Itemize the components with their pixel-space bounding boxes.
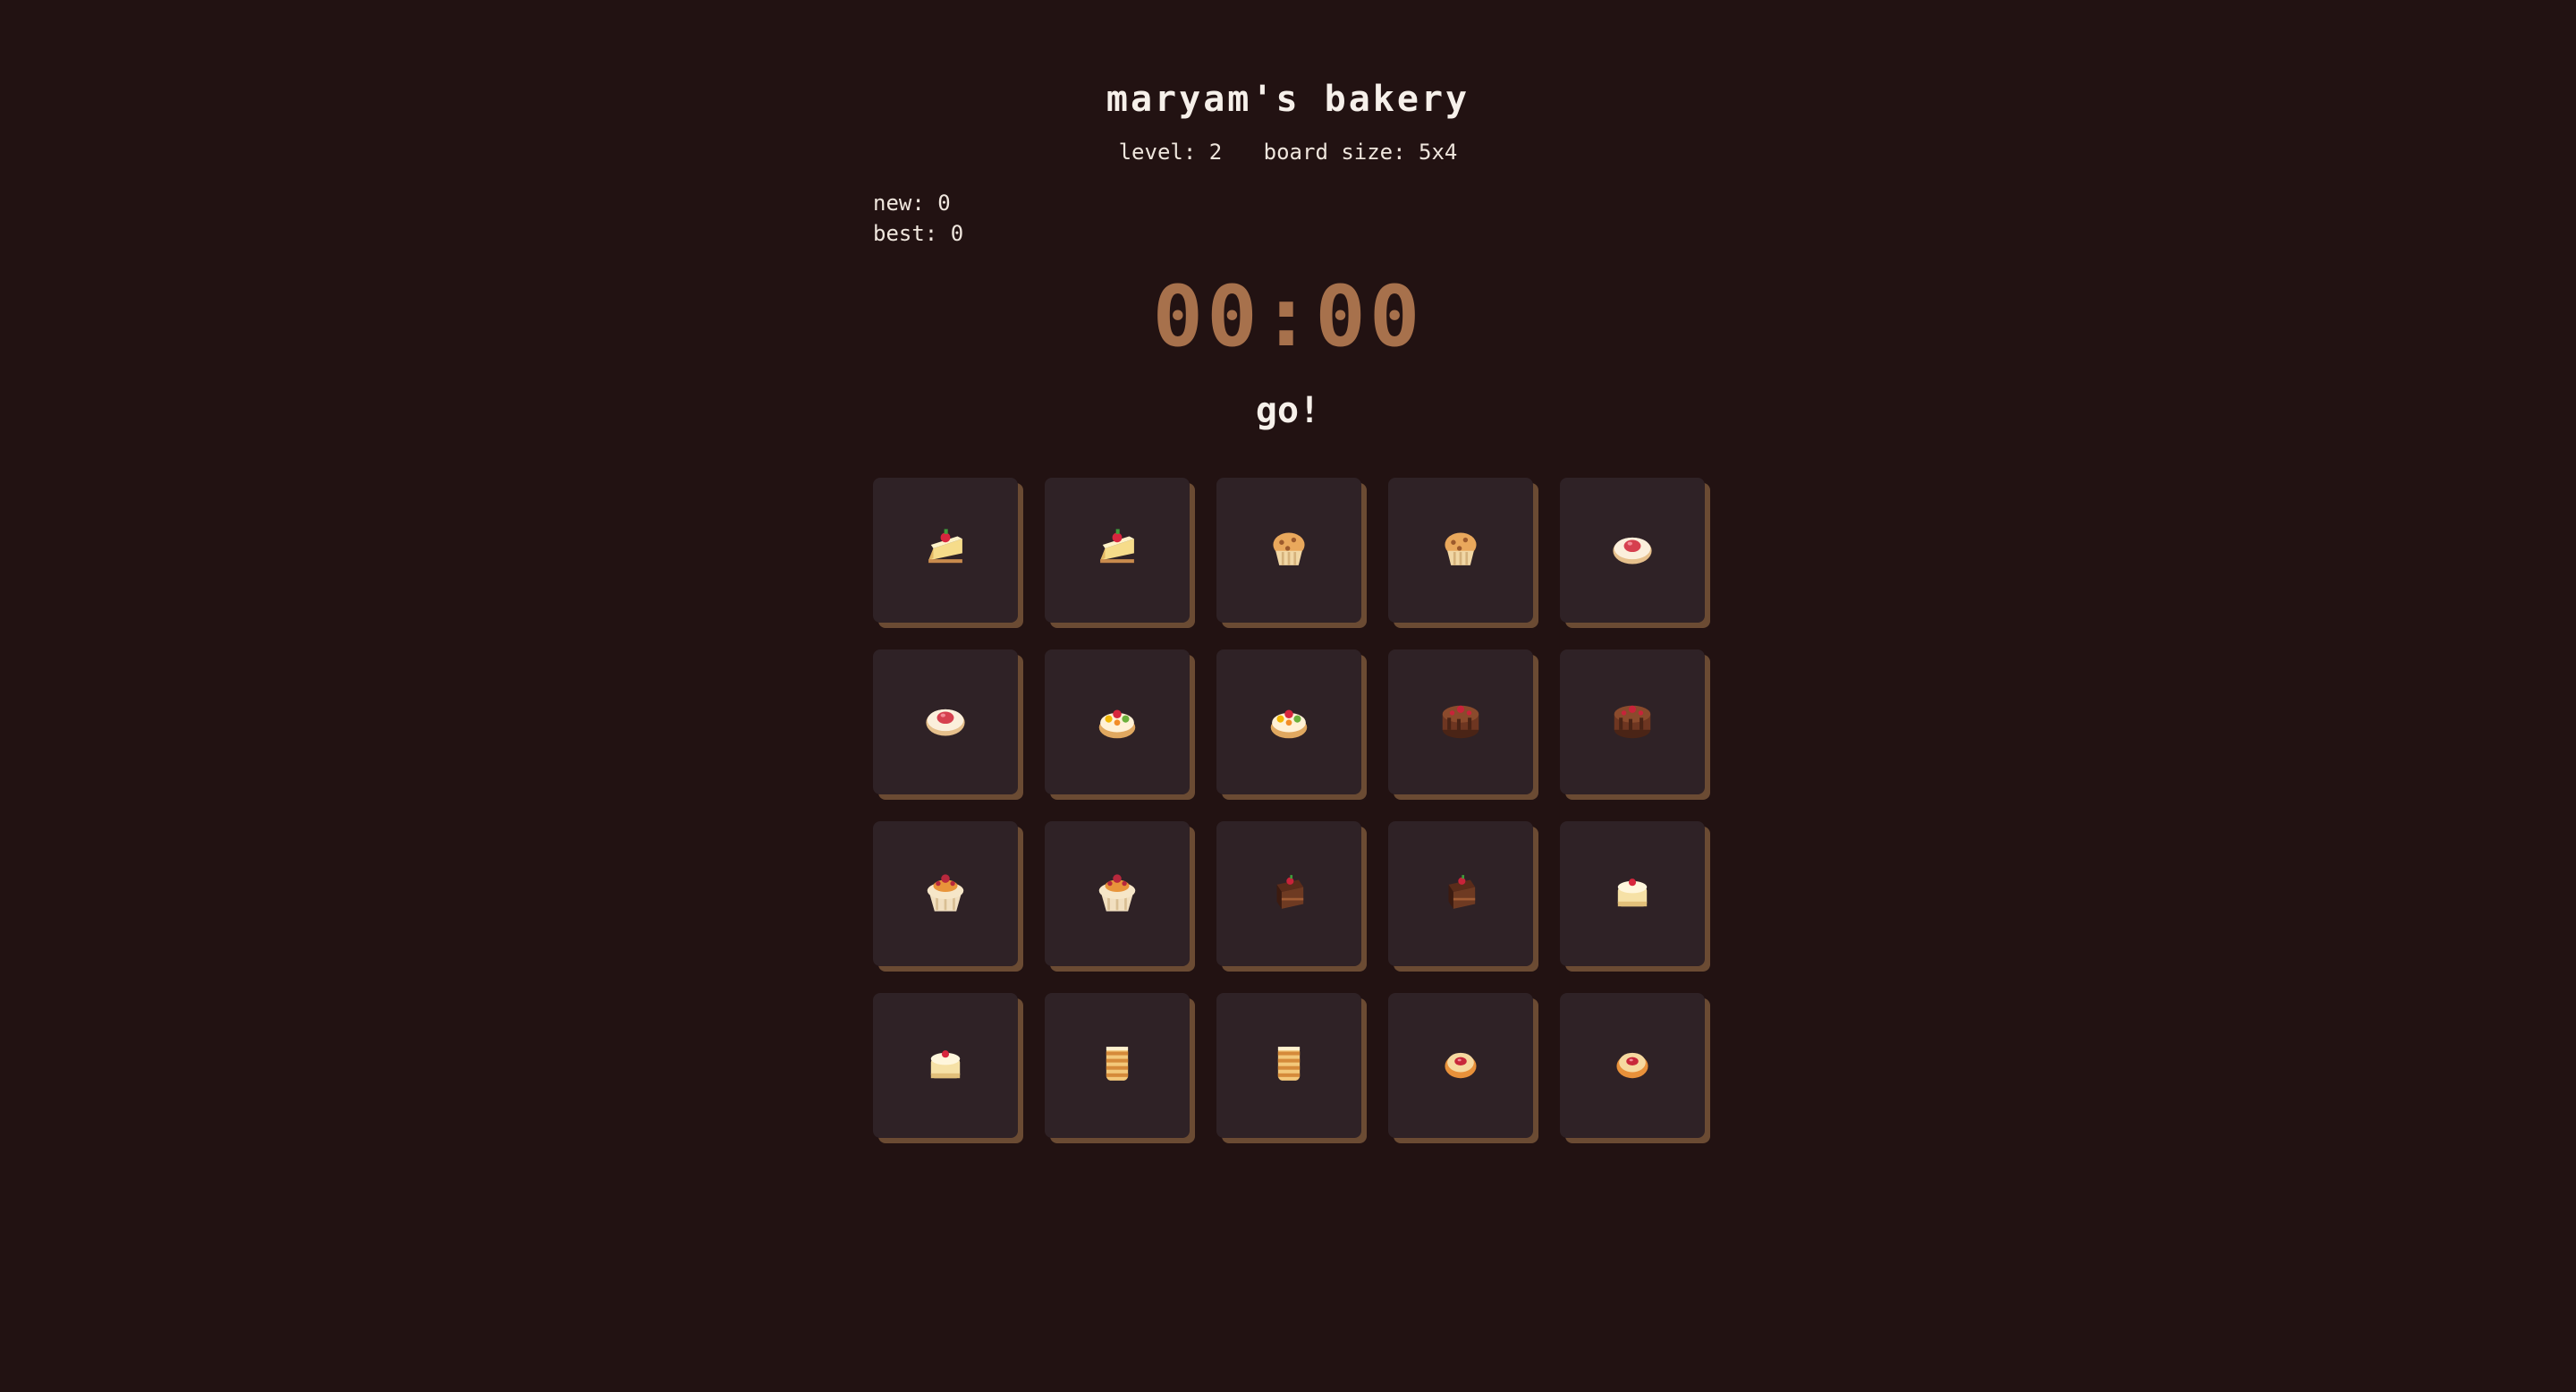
score-panel: new: 0 best: 0 xyxy=(873,188,963,249)
memory-card[interactable] xyxy=(873,649,1018,794)
memory-card[interactable] xyxy=(1216,478,1361,623)
board-size-indicator: board size: 5x4 xyxy=(1263,140,1458,165)
memory-card[interactable] xyxy=(873,993,1018,1138)
cream-bun-icon xyxy=(921,1040,970,1091)
memory-card[interactable] xyxy=(1388,993,1533,1138)
timer: 00:00 xyxy=(1152,268,1424,366)
memory-card[interactable] xyxy=(1216,649,1361,794)
level-indicator: level: 2 xyxy=(1118,140,1223,165)
memory-card[interactable] xyxy=(1045,649,1190,794)
chocolate-cake-icon xyxy=(1608,696,1657,748)
donut-icon xyxy=(1608,1040,1657,1091)
memory-card[interactable] xyxy=(1045,821,1190,966)
layer-cake-icon xyxy=(1265,1040,1313,1091)
memory-card[interactable] xyxy=(1216,993,1361,1138)
cake-slice-icon xyxy=(1093,524,1141,576)
game-page: maryam's bakery level: 2 board size: 5x4… xyxy=(0,0,2576,1392)
cupcake-icon xyxy=(921,868,970,920)
muffin-icon xyxy=(1265,524,1313,576)
cupcake-icon xyxy=(1093,868,1141,920)
memory-card[interactable] xyxy=(1045,478,1190,623)
memory-card[interactable] xyxy=(1388,649,1533,794)
jam-cookie-icon xyxy=(921,696,970,748)
cake-slice-icon xyxy=(921,524,970,576)
brownie-icon xyxy=(1436,868,1485,920)
memory-card[interactable] xyxy=(1388,478,1533,623)
brownie-icon xyxy=(1265,868,1313,920)
status-message: go! xyxy=(1255,390,1321,431)
best-score: best: 0 xyxy=(873,221,964,246)
memory-card[interactable] xyxy=(1560,821,1705,966)
memory-card[interactable] xyxy=(1560,993,1705,1138)
game-meta: level: 2 board size: 5x4 xyxy=(0,140,2576,165)
memory-card[interactable] xyxy=(1560,478,1705,623)
game-title: maryam's bakery xyxy=(1106,79,1470,120)
muffin-icon xyxy=(1436,524,1485,576)
card-board xyxy=(873,478,1719,1138)
jam-cookie-icon xyxy=(1608,524,1657,576)
new-score: new: 0 xyxy=(873,191,951,216)
cream-bun-icon xyxy=(1608,868,1657,920)
memory-card[interactable] xyxy=(1216,821,1361,966)
memory-card[interactable] xyxy=(1560,649,1705,794)
fruit-tart-icon xyxy=(1093,696,1141,748)
memory-card[interactable] xyxy=(873,821,1018,966)
layer-cake-icon xyxy=(1093,1040,1141,1091)
memory-card[interactable] xyxy=(873,478,1018,623)
fruit-tart-icon xyxy=(1265,696,1313,748)
memory-card[interactable] xyxy=(1388,821,1533,966)
chocolate-cake-icon xyxy=(1436,696,1485,748)
donut-icon xyxy=(1436,1040,1485,1091)
memory-card[interactable] xyxy=(1045,993,1190,1138)
